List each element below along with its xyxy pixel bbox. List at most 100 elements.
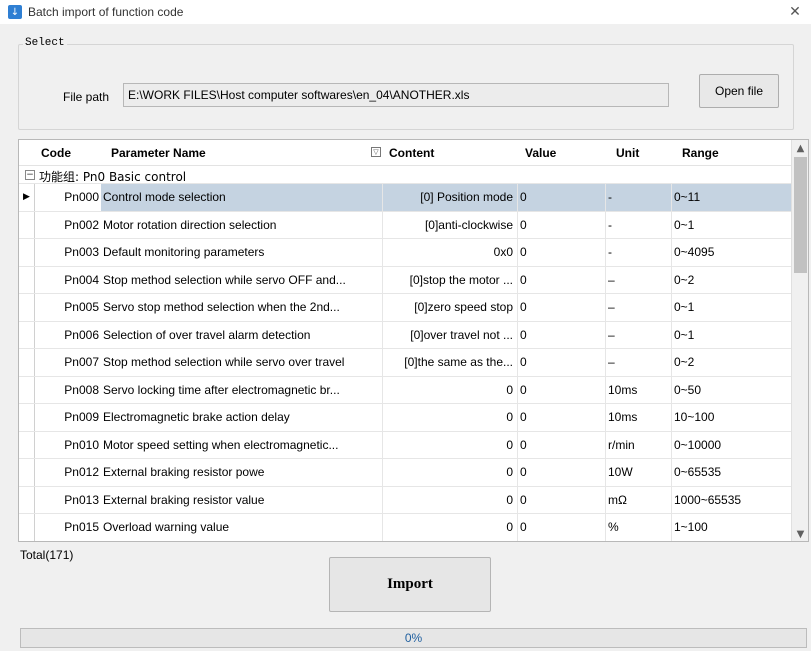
cell-unit: mΩ [606,486,672,513]
cell-value[interactable]: 0 [518,184,606,211]
cell-value[interactable]: 0 [518,321,606,348]
cell-value[interactable]: 0 [518,211,606,238]
table-row[interactable]: Pn007 Stop method selection while servo … [19,349,791,377]
table-row[interactable]: Pn006 Selection of over travel alarm det… [19,321,791,349]
row-indicator [19,239,35,266]
collapse-minus-icon[interactable]: − [25,170,35,180]
cell-content[interactable]: 0 [383,459,518,486]
cell-value[interactable]: 0 [518,239,606,266]
cell-value[interactable]: 0 [518,431,606,458]
cell-range: 0~4095 [674,245,715,259]
cell-code: Pn008 [64,382,99,397]
cell-unit: 10ms [606,376,672,403]
cell-range: 0~1 [674,327,695,342]
open-file-button[interactable]: Open file [699,74,779,108]
cell-content[interactable]: [0]the same as the... [383,349,518,376]
close-icon[interactable]: ✕ [785,2,805,22]
filter-icon[interactable]: ▽ [371,147,381,157]
cell-code: Pn002 [64,217,99,232]
cell-content[interactable]: [0]stop the motor ... [383,266,518,293]
header-unit[interactable]: Unit [616,140,639,166]
table-row[interactable]: Pn004 Stop method selection while servo … [19,266,791,294]
cell-unit: 10W [606,459,672,486]
scroll-thumb[interactable] [794,157,807,273]
cell-code: Pn007 [64,355,99,369]
cell-range: 1~100 [674,520,708,534]
cell-unit: - [606,184,672,211]
cell-value[interactable]: 0 [518,294,606,321]
cell-value[interactable]: 0 [518,266,606,293]
chevron-down-icon[interactable]: ▼ [792,526,808,541]
header-code[interactable]: Code [41,140,71,166]
cell-value[interactable]: 0 [518,404,606,431]
cell-content[interactable]: [0]zero speed stop [383,294,518,321]
cell-code: Pn013 [64,492,99,507]
cell-parameter-name: External braking resistor value [101,486,383,513]
table-row[interactable]: Pn008 Servo locking time after electroma… [19,376,791,404]
cell-value[interactable]: 0 [518,459,606,486]
table-row[interactable]: Pn013 External braking resistor value 0 … [19,486,791,514]
cell-content[interactable]: [0] Position mode [383,184,518,211]
cell-content[interactable]: 0 [383,431,518,458]
table-row[interactable]: Pn012 External braking resistor powe 0 0… [19,459,791,487]
header-range[interactable]: Range [682,140,719,166]
table-row[interactable]: Pn005 Servo stop method selection when t… [19,294,791,322]
file-path-field[interactable]: E:\WORK FILES\Host computer softwares\en… [123,83,669,107]
table-row[interactable]: Pn010 Motor speed setting when electroma… [19,431,791,459]
cell-content[interactable]: 0 [383,514,518,541]
cell-unit: - [606,239,672,266]
header-parameter-name[interactable]: Parameter Name [111,140,206,166]
cell-range: 0~2 [674,272,695,287]
row-indicator [19,376,35,403]
cell-parameter-name: External braking resistor powe [101,459,383,486]
cell-range: 0~50 [674,382,702,397]
cell-code: Pn009 [64,410,99,424]
cell-value[interactable]: 0 [518,349,606,376]
import-progress-bar: 0% [20,628,807,648]
row-indicator [19,459,35,486]
table-row[interactable]: Pn015 Overload warning value 0 0 % 1~100 [19,514,791,541]
cell-value[interactable]: 0 [518,514,606,541]
cell-code: Pn006 [64,327,99,342]
row-indicator [19,266,35,293]
chevron-up-icon[interactable]: ▲ [792,140,808,157]
cell-parameter-name: Servo locking time after electromagnetic… [101,376,383,403]
cell-content[interactable]: 0 [383,404,518,431]
table-row[interactable]: ▶ Pn000 Control mode selection [0] Posit… [19,184,791,212]
vertical-scrollbar[interactable]: ▲ ▼ [791,140,808,541]
group-row[interactable]: − 功能组: Pn0 Basic control [19,166,791,184]
table-row[interactable]: Pn002 Motor rotation direction selection… [19,211,791,239]
function-code-table: Code Parameter Name ▽ Content Value Unit… [18,139,809,542]
cell-value[interactable]: 0 [518,376,606,403]
window-title: Batch import of function code [28,5,184,19]
header-value[interactable]: Value [525,140,556,166]
select-group-legend: Select [23,37,67,49]
import-button[interactable]: Import [329,557,491,612]
header-content[interactable]: Content [389,140,434,166]
cell-code: Pn005 [64,300,99,314]
row-indicator [19,486,35,513]
cell-range: 0~65535 [674,465,722,479]
cell-unit: – [606,349,672,376]
table-row[interactable]: Pn009 Electromagnetic brake action delay… [19,404,791,432]
cell-content[interactable]: 0 [383,376,518,403]
cell-range: 0~1 [674,217,695,232]
table-header: Code Parameter Name ▽ Content Value Unit… [19,140,791,166]
cell-content[interactable]: [0]over travel not ... [383,321,518,348]
cell-content[interactable]: [0]anti-clockwise [383,211,518,238]
cell-range: 0~11 [672,184,791,211]
row-indicator [19,431,35,458]
table-row[interactable]: Pn003 Default monitoring parameters 0x0 … [19,239,791,267]
cell-unit: - [606,211,672,238]
cell-code: Pn004 [64,272,99,287]
cell-content[interactable]: 0x0 [383,239,518,266]
cell-parameter-name: Motor speed setting when electromagnetic… [101,431,383,458]
cell-value[interactable]: 0 [518,486,606,513]
progress-text: 0% [404,631,423,645]
cell-unit: 10ms [606,404,672,431]
cell-code: Pn015 [64,520,99,534]
cell-code: Pn000 [64,190,99,204]
cell-content[interactable]: 0 [383,486,518,513]
current-row-indicator-icon: ▶ [19,184,35,211]
select-group: Select File path E:\WORK FILES\Host comp… [18,37,794,130]
